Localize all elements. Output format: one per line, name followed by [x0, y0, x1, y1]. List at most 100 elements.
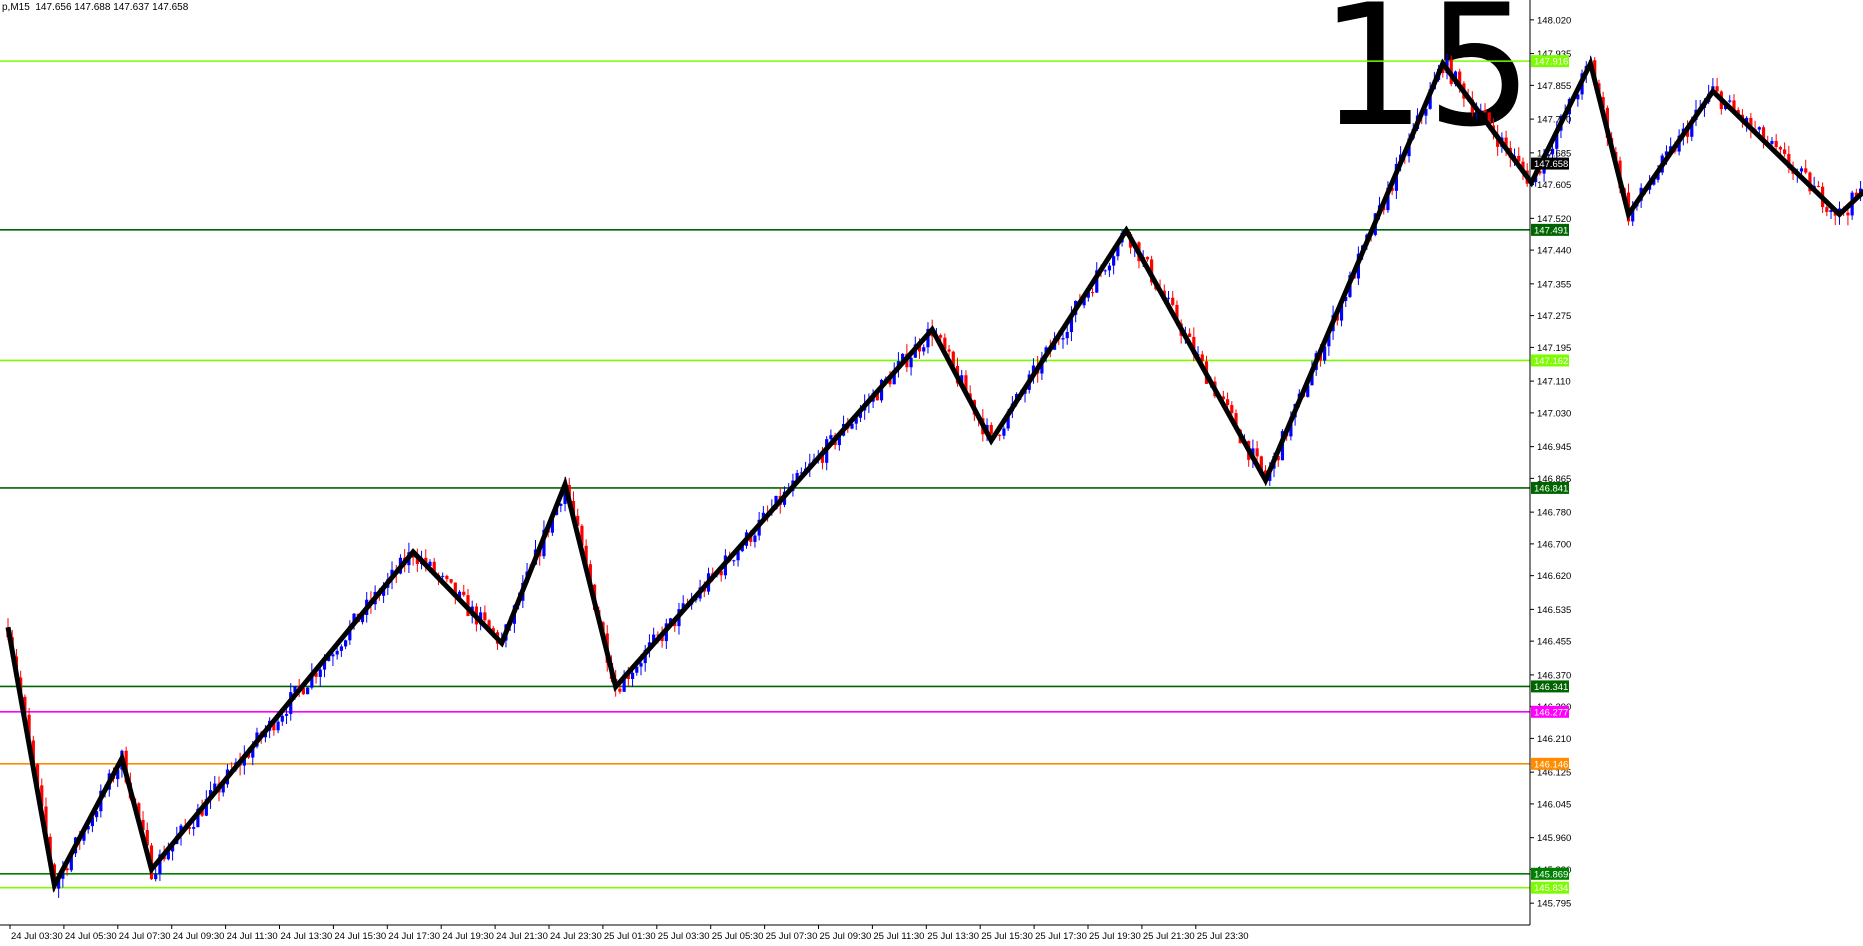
candle-body: [922, 347, 926, 352]
time-tick-label: 25 Jul 23:30: [1197, 931, 1249, 942]
candle-body: [732, 560, 736, 562]
price-tick-label: 147.110: [1537, 377, 1571, 388]
candle-body: [989, 424, 993, 434]
price-tick-label: 147.440: [1537, 246, 1571, 257]
candle-body: [1846, 212, 1850, 216]
zigzag: [5, 56, 1863, 893]
candle-body: [1171, 297, 1175, 305]
time-tick-label: 24 Jul 05:30: [65, 931, 117, 942]
candle-body: [449, 579, 453, 583]
candle-body: [1825, 207, 1829, 212]
price-tick-label: 147.605: [1537, 180, 1571, 191]
price-tick-label: 147.770: [1537, 115, 1571, 126]
candle-body: [939, 335, 943, 338]
price-tick-label: 146.620: [1537, 571, 1571, 582]
time-tick-label: 24 Jul 17:30: [388, 931, 440, 942]
candle-body: [192, 827, 196, 829]
price-tick-label: 146.780: [1537, 508, 1571, 519]
price-tick-label: 147.275: [1537, 311, 1571, 322]
candle-body: [829, 435, 833, 440]
candle-body: [318, 669, 322, 677]
candle-body: [1728, 100, 1732, 102]
candle-body: [441, 575, 445, 577]
price-tick-label: 145.795: [1537, 899, 1571, 910]
candle-body: [1225, 399, 1230, 406]
candle-body: [339, 646, 343, 651]
candle-body: [284, 713, 289, 716]
price-tick-label: 146.535: [1537, 605, 1571, 616]
price-tick-label: 146.045: [1537, 799, 1571, 810]
candle-body: [947, 349, 951, 352]
time-tick-label: 24 Jul 09:30: [173, 931, 225, 942]
price-tick-label: 147.855: [1537, 81, 1571, 92]
candle-body: [276, 721, 280, 731]
price-tick-label: 147.195: [1537, 343, 1571, 354]
price-chart[interactable]: 148.020147.935147.855147.770147.685147.6…: [0, 0, 1863, 946]
candles: [6, 53, 1863, 898]
candle-body: [1778, 147, 1782, 150]
candle-body: [1774, 140, 1778, 148]
time-tick-label: 25 Jul 11:30: [873, 931, 924, 942]
candle-body: [1107, 265, 1112, 271]
candle-body: [1065, 332, 1069, 339]
candle-body: [1090, 292, 1095, 294]
price-tick-label: 147.520: [1537, 214, 1571, 225]
time-tick-label: 24 Jul 07:30: [119, 931, 171, 942]
candle-body: [1112, 256, 1116, 266]
time-tick-label: 25 Jul 17:30: [1035, 931, 1087, 942]
candle-body: [445, 575, 449, 580]
candle-body: [630, 672, 635, 680]
candle-body: [753, 535, 757, 542]
candle-body: [1002, 428, 1006, 436]
price-axis: 148.020147.935147.855147.770147.685147.6…: [0, 0, 1571, 926]
price-tick-label: 146.210: [1537, 734, 1571, 745]
time-tick-label: 24 Jul 19:30: [442, 931, 494, 942]
candle-body: [1483, 110, 1487, 113]
level-label: 146.146: [1534, 759, 1568, 770]
price-tick-label: 147.030: [1537, 408, 1571, 419]
level-label: 145.869: [1534, 869, 1568, 880]
candle-body: [1783, 149, 1787, 154]
level-label: 147.491: [1534, 225, 1568, 236]
candle-body: [1188, 333, 1192, 337]
time-tick-label: 24 Jul 13:30: [281, 931, 333, 942]
candle-body: [462, 591, 466, 596]
candle-body: [1230, 405, 1234, 414]
level-label: 146.277: [1534, 707, 1568, 718]
time-axis: 24 Jul 03:30 24 Jul 05:30 24 Jul 07:30 24 J…: [9, 925, 1249, 942]
candle-body: [998, 434, 1002, 436]
zigzag-line: [5, 56, 1863, 893]
level-label: 146.841: [1534, 483, 1568, 494]
price-tick-label: 147.355: [1537, 279, 1571, 290]
price-tick-label: 146.455: [1537, 637, 1571, 648]
candle-body: [280, 715, 284, 722]
time-tick-label: 25 Jul 15:30: [981, 931, 1033, 942]
time-tick-label: 24 Jul 03:30: [11, 931, 63, 942]
candle-body: [344, 640, 348, 647]
candle-body: [1145, 256, 1149, 260]
level-lines: [0, 60, 1530, 889]
candle-body: [1770, 140, 1774, 144]
price-tick-label: 146.370: [1537, 670, 1571, 681]
candle-body: [1103, 270, 1107, 272]
candle-body: [639, 663, 643, 667]
price-tick-label: 146.945: [1537, 442, 1571, 453]
candle-body: [1061, 338, 1065, 340]
time-tick-label: 25 Jul 05:30: [712, 931, 764, 942]
time-tick-label: 24 Jul 23:30: [550, 931, 602, 942]
time-tick-label: 25 Jul 03:30: [658, 931, 710, 942]
candle-body: [154, 874, 158, 880]
level-label: 146.341: [1534, 682, 1568, 693]
candle-body: [1816, 185, 1820, 187]
candle-body: [331, 654, 335, 657]
time-tick-label: 25 Jul 19:30: [1089, 931, 1141, 942]
time-tick-label: 24 Jul 21:30: [496, 931, 548, 942]
candle-body: [306, 687, 310, 695]
price-tick-label: 145.960: [1537, 833, 1571, 844]
candle-body: [1804, 168, 1808, 173]
candle-body: [1166, 297, 1171, 299]
candle-body: [618, 688, 622, 692]
candle-body: [483, 612, 487, 621]
candle-body: [1255, 448, 1259, 457]
candle-body: [1799, 168, 1804, 172]
